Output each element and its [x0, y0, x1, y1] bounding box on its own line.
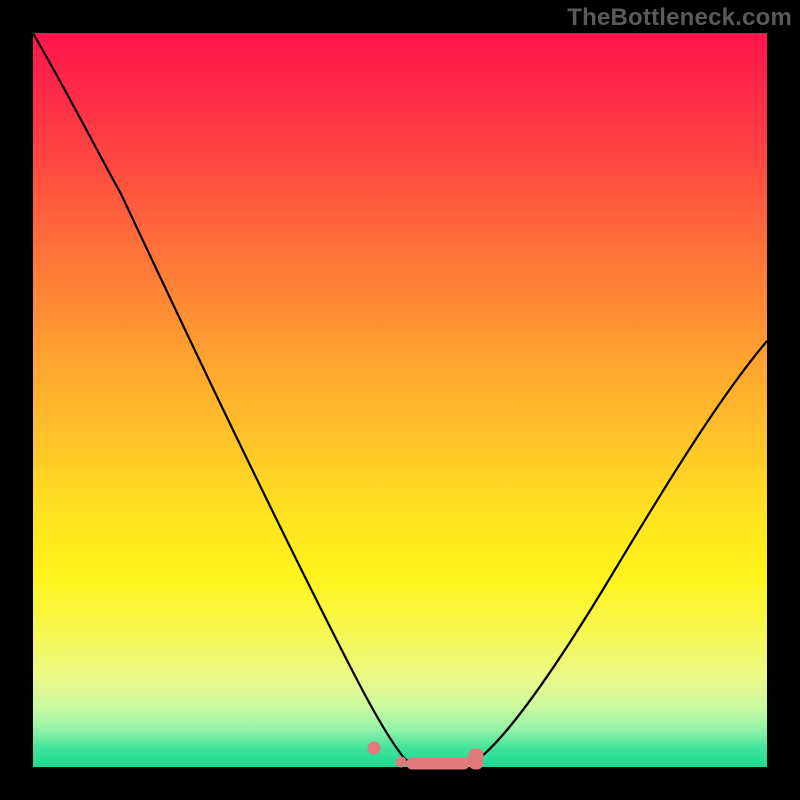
curve-svg: [33, 33, 767, 767]
flat-bottom-markers: [368, 742, 483, 769]
chart-frame: TheBottleneck.com: [0, 0, 800, 800]
plot-area: [33, 33, 767, 767]
bottleneck-curve-path: [33, 33, 767, 767]
watermark-text: TheBottleneck.com: [567, 4, 792, 32]
